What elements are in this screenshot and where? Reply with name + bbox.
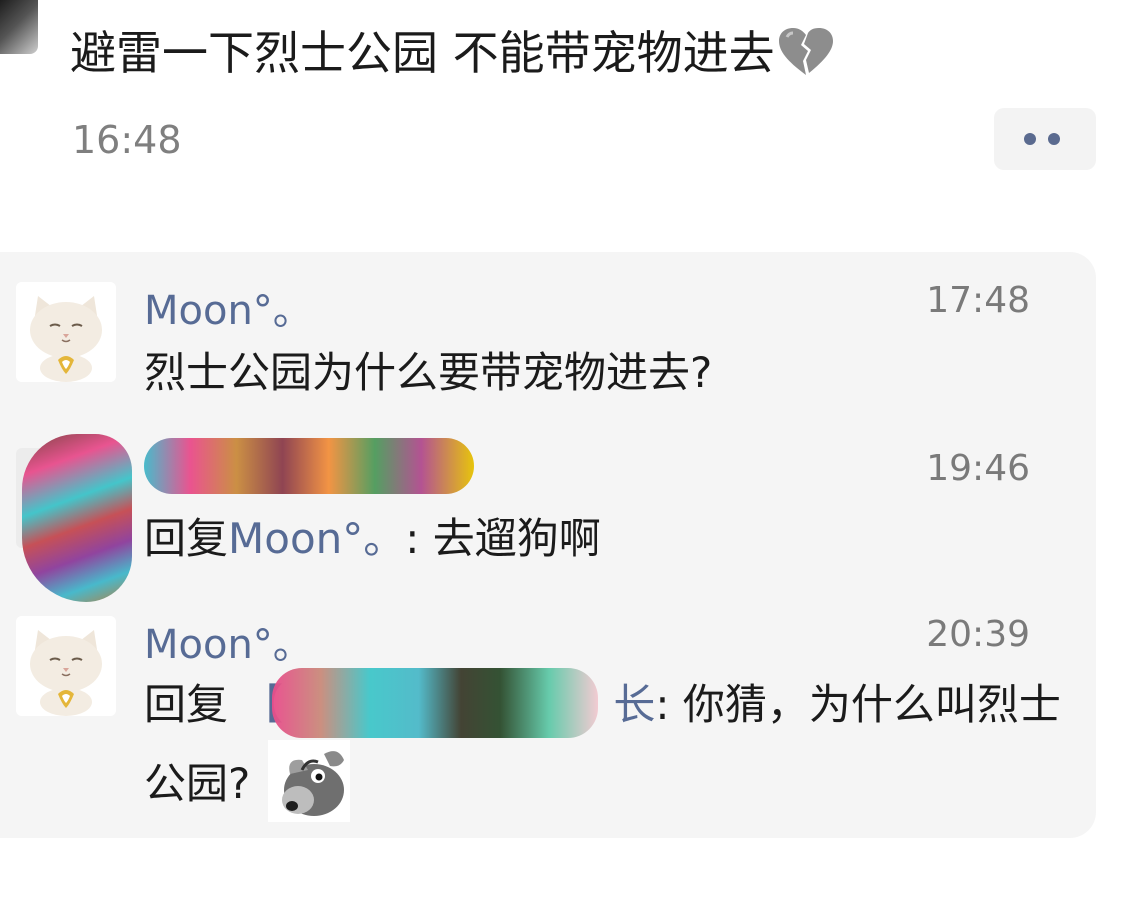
avatar-redaction bbox=[22, 434, 132, 602]
name-redaction bbox=[272, 668, 598, 738]
post-time: 16:48 bbox=[72, 118, 182, 162]
comment-text: 公园? bbox=[144, 759, 251, 808]
comment-time: 19:46 bbox=[926, 448, 1030, 489]
avatar[interactable] bbox=[16, 616, 116, 716]
more-button[interactable] bbox=[994, 108, 1096, 170]
comment-author[interactable]: Moon°。 bbox=[144, 612, 313, 670]
comment-text: : 去遛狗啊 bbox=[405, 514, 601, 563]
reply-label: 回复 bbox=[144, 514, 229, 563]
comment-text[interactable]: 烈士公园为什么要带宠物进去? bbox=[144, 338, 712, 408]
broken-heart-icon bbox=[777, 27, 835, 77]
cat-avatar-icon bbox=[16, 616, 116, 716]
poster-avatar[interactable] bbox=[0, 0, 38, 54]
comment-text-row[interactable]: 公园? bbox=[144, 740, 351, 822]
reply-label: 回复 bbox=[144, 680, 229, 729]
post-content: 避雷一下烈士公园 不能带宠物进去 bbox=[70, 22, 835, 84]
comment-author[interactable]: Moon°。 bbox=[144, 278, 313, 336]
cat-avatar-icon bbox=[16, 282, 116, 382]
avatar[interactable] bbox=[16, 282, 116, 382]
reply-target[interactable]: Moon°。 bbox=[228, 514, 405, 563]
comment-text: : 你猜，为什么叫烈士 bbox=[655, 680, 1061, 729]
comment-text-row[interactable]: 回复Moon°。: 去遛狗啊 bbox=[144, 504, 601, 574]
comment-time: 20:39 bbox=[926, 614, 1030, 655]
post-text: 避雷一下烈士公园 不能带宠物进去 bbox=[70, 26, 775, 80]
thinking-rat-sticker bbox=[268, 740, 351, 822]
comment-section: Moon°。 17:48 烈士公园为什么要带宠物进去? 19:46 回复Moon… bbox=[0, 252, 1096, 838]
name-redaction bbox=[144, 438, 474, 494]
comment-time: 17:48 bbox=[926, 280, 1030, 321]
